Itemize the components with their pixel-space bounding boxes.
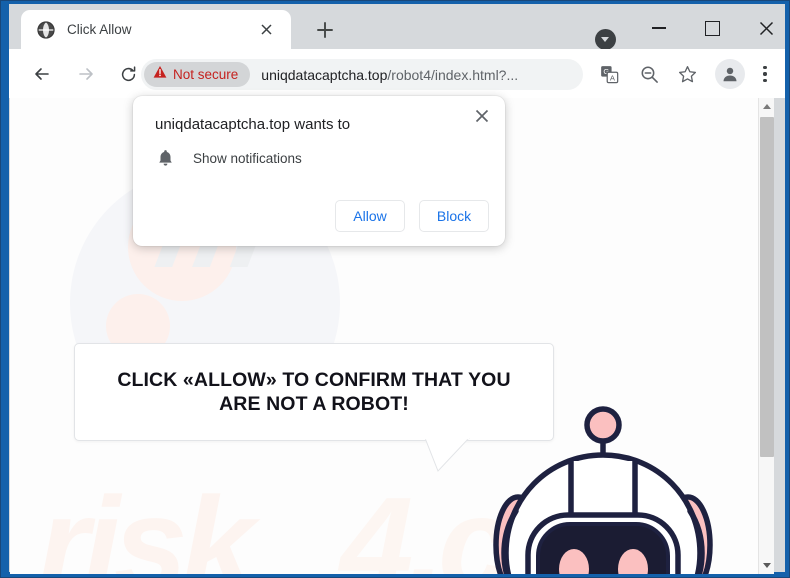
dialog-permission-label: Show notifications (193, 150, 302, 166)
browser-window: Click Allow Not secure uniqdatacaptcha.t… (0, 0, 790, 578)
scrollbar-thumb[interactable] (760, 117, 774, 457)
kebab-menu-icon[interactable] (755, 61, 775, 87)
kebab-dot (763, 65, 767, 70)
globe-icon (37, 20, 55, 39)
window-minimize-button[interactable] (636, 13, 682, 43)
zoom-out-icon[interactable] (635, 60, 663, 88)
notification-permission-dialog: uniqdatacaptcha.top wants to Show notifi… (133, 96, 505, 246)
reload-button[interactable] (113, 59, 143, 89)
bell-icon (155, 148, 175, 168)
block-button[interactable]: Block (419, 200, 489, 232)
scroll-down-arrow-icon[interactable] (759, 557, 774, 574)
speech-bubble-text: CLICK «ALLOW» TO CONFIRM THAT YOU ARE NO… (103, 368, 524, 417)
dialog-title: uniqdatacaptcha.top wants to (155, 116, 351, 133)
page-scrollbar[interactable] (758, 98, 774, 574)
tab-strip: Click Allow (9, 4, 785, 50)
window-maximize-button[interactable] (689, 13, 735, 43)
speech-bubble-tail (424, 436, 475, 473)
scroll-up-arrow-icon[interactable] (759, 98, 774, 115)
tab-title: Click Allow (67, 22, 132, 37)
new-tab-button[interactable] (313, 18, 337, 42)
security-status-badge[interactable]: Not secure (144, 62, 251, 87)
url-domain: uniqdatacaptcha.top (261, 66, 388, 83)
dialog-actions: Allow Block (335, 200, 489, 232)
security-status-text: Not secure (173, 67, 239, 82)
window-close-button[interactable] (743, 13, 789, 43)
speech-bubble: CLICK «ALLOW» TO CONFIRM THAT YOU ARE NO… (74, 343, 554, 441)
address-bar[interactable]: Not secure uniqdatacaptcha.top/robot4/in… (141, 59, 583, 90)
url-path: /robot4/index.html?... (387, 66, 519, 83)
browser-toolbar: Not secure uniqdatacaptcha.top/robot4/in… (9, 49, 785, 98)
dialog-close-icon[interactable] (469, 103, 495, 129)
browser-tab[interactable]: Click Allow (21, 10, 291, 49)
forward-button[interactable] (71, 59, 101, 89)
tab-close-icon[interactable] (258, 21, 275, 38)
warning-triangle-icon (153, 65, 167, 84)
dialog-permission-row: Show notifications (155, 148, 302, 168)
translate-icon[interactable]: G A (595, 60, 623, 88)
back-button[interactable] (27, 59, 57, 89)
tab-search-chevron-down-icon[interactable] (595, 29, 616, 50)
allow-button[interactable]: Allow (335, 200, 405, 232)
url-text: uniqdatacaptcha.top/robot4/index.html?..… (261, 67, 518, 83)
bookmark-star-icon[interactable] (673, 60, 701, 88)
profile-avatar[interactable] (715, 59, 745, 89)
bubble-line-2: ARE NOT A ROBOT! (219, 393, 409, 415)
kebab-dot (763, 78, 767, 83)
watermark-text: risk (38, 470, 255, 574)
bubble-line-1: CLICK «ALLOW» TO CONFIRM THAT YOU (117, 368, 511, 391)
kebab-dot (763, 72, 767, 76)
